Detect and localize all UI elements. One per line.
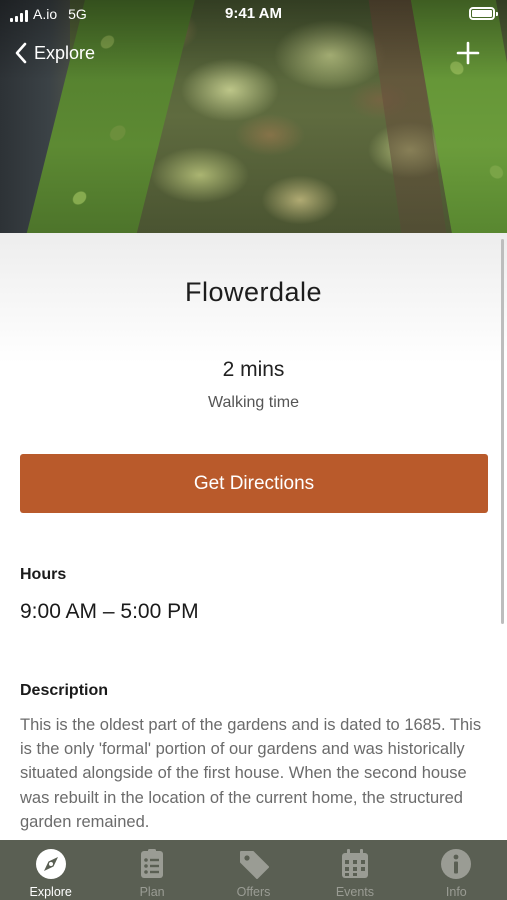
walking-time-label: Walking time (208, 394, 299, 411)
tab-label: Explore (29, 885, 72, 899)
hours-heading: Hours (20, 566, 67, 583)
plus-icon[interactable] (455, 40, 481, 66)
compass-icon (35, 849, 66, 879)
tab-events[interactable]: Events (304, 840, 405, 900)
tab-explore[interactable]: Explore (0, 840, 101, 900)
tab-info[interactable]: Info (406, 840, 507, 900)
calendar-icon (341, 849, 368, 878)
tab-bar: Explore Plan Offers Events Info (0, 840, 507, 900)
get-directions-button[interactable]: Get Directions (20, 454, 488, 513)
back-label: Explore (34, 42, 96, 63)
tab-offers[interactable]: Offers (203, 840, 304, 900)
info-icon (441, 849, 472, 879)
status-time: 9:41 AM (225, 5, 282, 22)
checklist-icon (141, 849, 164, 878)
place-title: Flowerdale (184, 277, 323, 307)
chevron-left-icon (15, 42, 27, 64)
tab-plan[interactable]: Plan (101, 840, 202, 900)
tab-label: Info (445, 885, 467, 899)
description-heading: Description (20, 682, 109, 699)
battery-icon (469, 7, 498, 20)
hero-image (0, 0, 507, 233)
walking-time-value: 2 mins (222, 358, 285, 381)
status-bar: A.io 5G 9:41 AM (0, 0, 507, 28)
back-button[interactable]: Explore (14, 38, 95, 68)
tag-icon (239, 851, 269, 879)
tab-label: Offers (236, 885, 271, 899)
tab-label: Plan (139, 885, 165, 899)
description-text: This is the oldest part of the gardens a… (20, 716, 482, 831)
tab-label: Events (335, 885, 375, 899)
hours-value: 9:00 AM – 5:00 PM (20, 600, 199, 623)
detail-content[interactable]: Flowerdale 2 mins Walking time Get Direc… (0, 233, 507, 840)
